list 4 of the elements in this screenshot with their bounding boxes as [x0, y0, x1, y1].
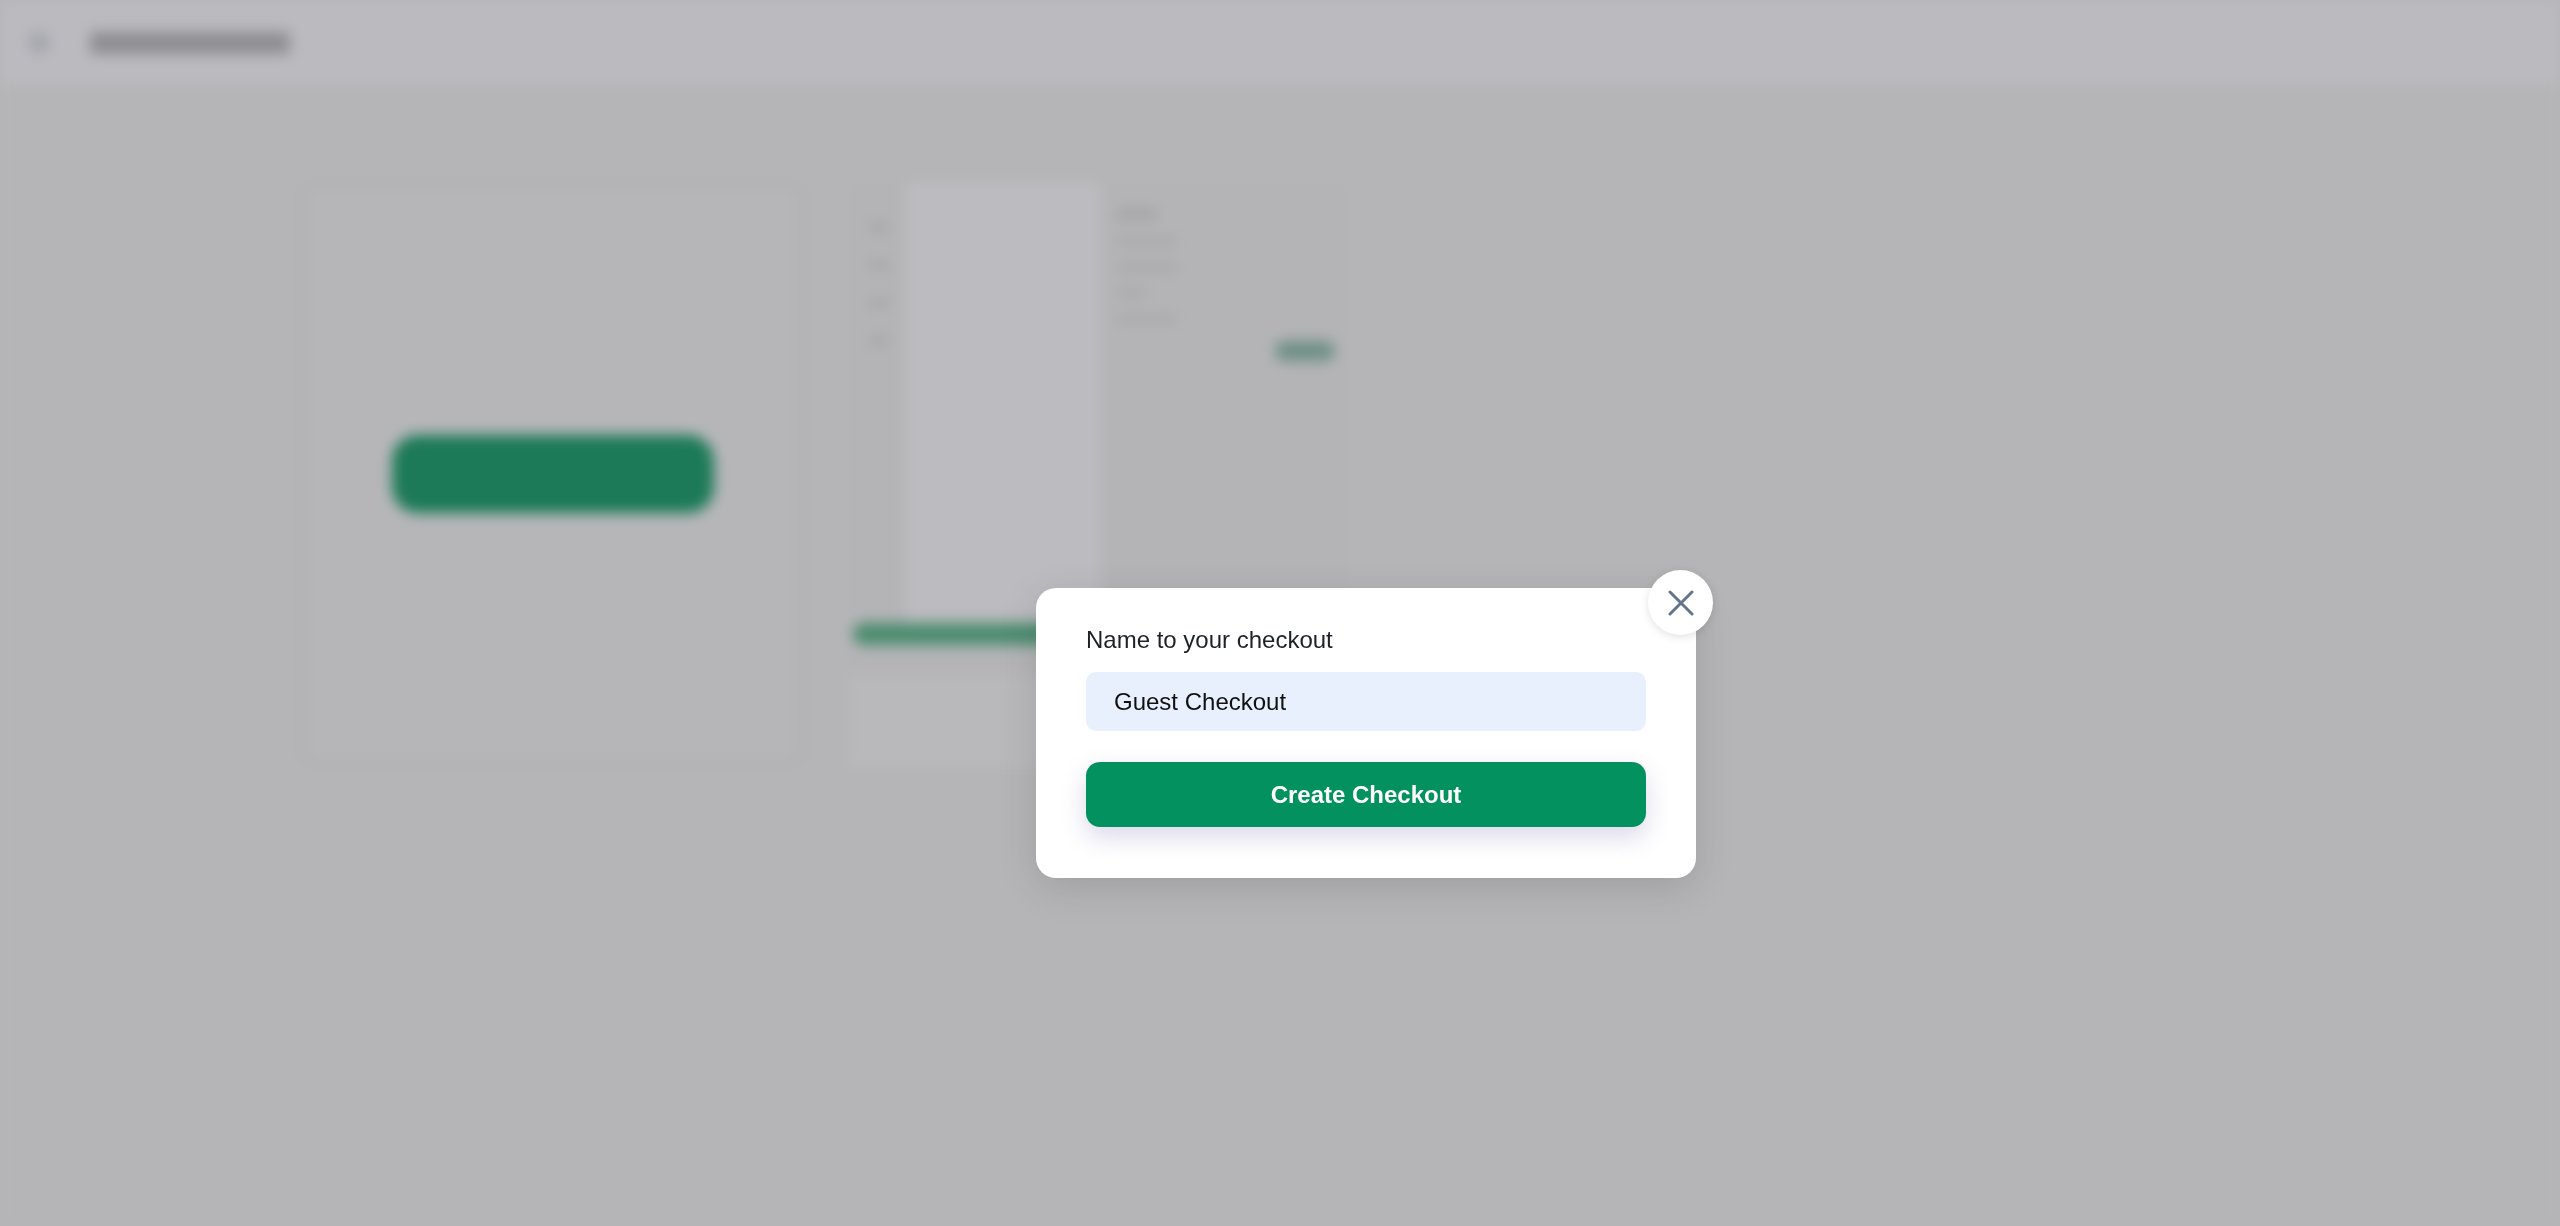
close-icon — [1667, 589, 1694, 616]
field-label: Name to your checkout — [1086, 625, 1333, 655]
create-checkout-button[interactable]: Create Checkout — [1086, 762, 1646, 827]
checkout-name-field[interactable]: Guest Checkout — [1086, 672, 1646, 731]
